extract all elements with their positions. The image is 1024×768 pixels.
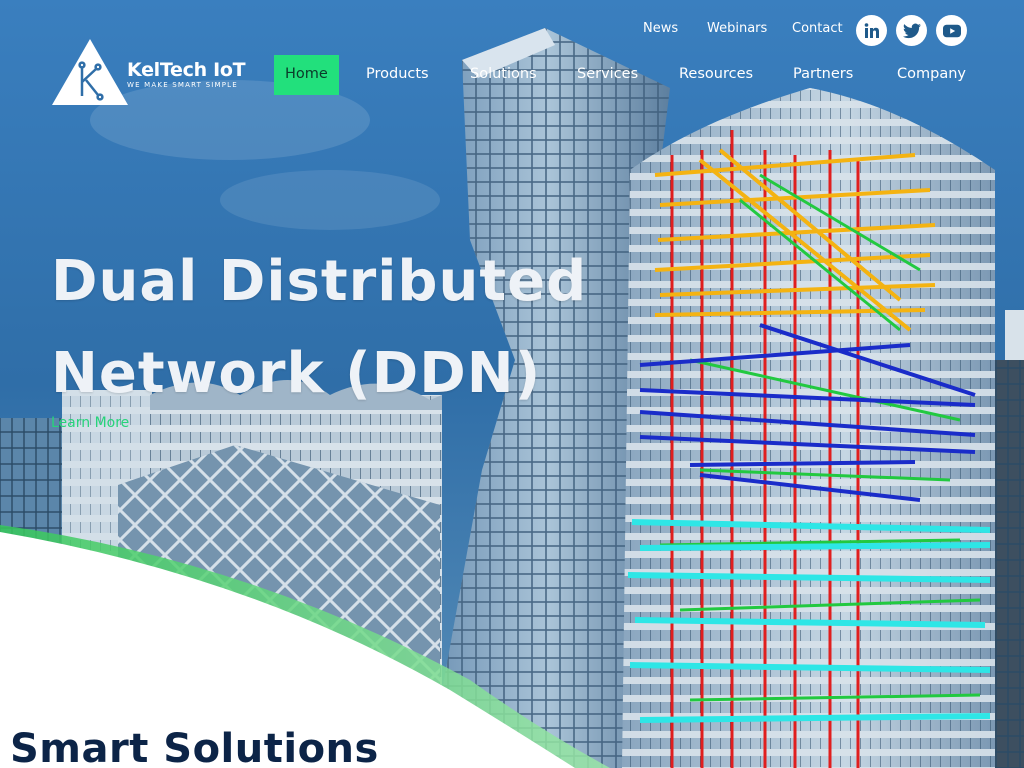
hero-banner: KelTech IoT WE MAKE SMART SIMPLE News We… [0, 0, 1024, 768]
brand-name: KelTech IoT [127, 59, 246, 81]
nav-item-solutions[interactable]: Solutions [459, 55, 548, 95]
twitter-link[interactable] [896, 15, 927, 46]
hero-headline: Dual Distributed Network (DDN) [51, 236, 587, 420]
nav-item-company[interactable]: Company [886, 55, 977, 95]
nav-item-partners[interactable]: Partners [782, 55, 864, 95]
twitter-icon [902, 23, 921, 38]
learn-more-link[interactable]: Learn More [51, 415, 129, 431]
youtube-link[interactable] [936, 15, 967, 46]
section-title: Smart Solutions [10, 726, 379, 768]
utility-link-contact[interactable]: Contact [792, 21, 843, 36]
brand-logo[interactable]: KelTech IoT WE MAKE SMART SIMPLE [51, 38, 246, 106]
linkedin-link[interactable] [856, 15, 887, 46]
hero-headline-line-2: Network (DDN) [51, 341, 542, 406]
brand-tagline: WE MAKE SMART SIMPLE [127, 81, 238, 89]
nav-item-home[interactable]: Home [274, 55, 339, 95]
linkedin-icon [864, 22, 879, 38]
hero-headline-line-1: Dual Distributed [51, 249, 588, 314]
nav-item-resources[interactable]: Resources [668, 55, 764, 95]
youtube-icon [942, 24, 961, 37]
keltech-logo-icon [52, 39, 128, 105]
utility-link-news[interactable]: News [643, 21, 678, 36]
nav-item-products[interactable]: Products [355, 55, 440, 95]
utility-link-webinars[interactable]: Webinars [707, 21, 767, 36]
nav-item-services[interactable]: Services [566, 55, 649, 95]
